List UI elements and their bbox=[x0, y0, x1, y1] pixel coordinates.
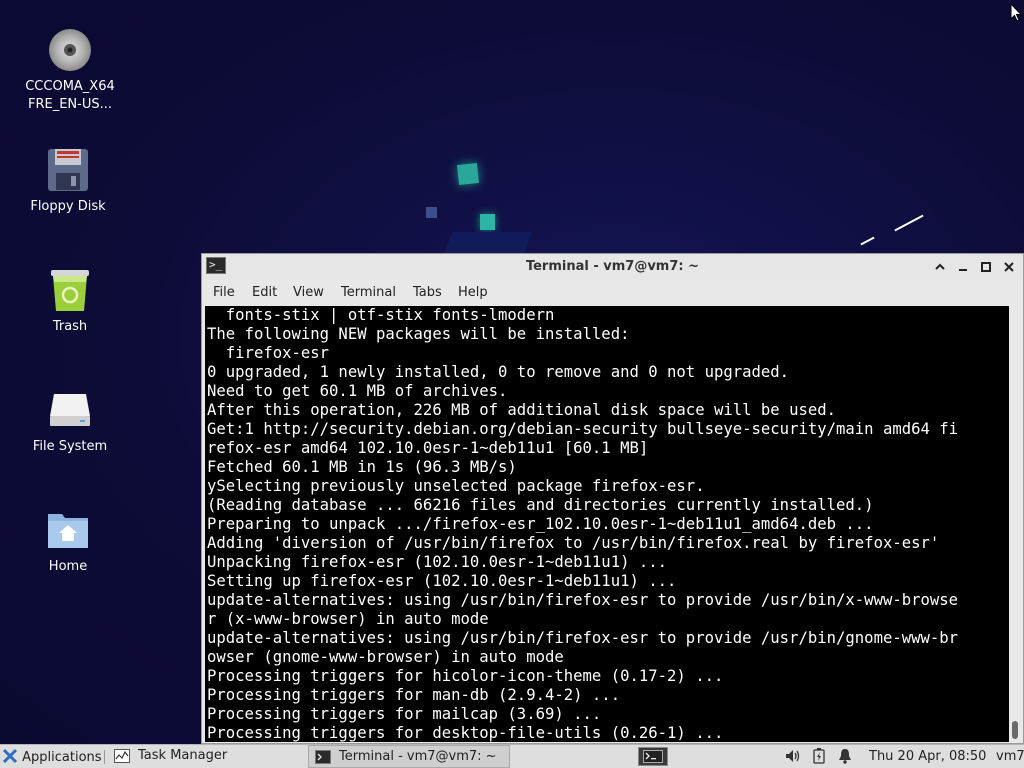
terminal-line: owser (gnome-www-browser) in auto mode bbox=[207, 648, 564, 666]
task-label: Terminal - vm7@vm7: ~ bbox=[339, 749, 497, 764]
taskbar-task-terminal[interactable]: Terminal - vm7@vm7: ~ bbox=[308, 745, 510, 768]
menu-bar: File Edit View Terminal Tabs Help bbox=[202, 280, 1023, 306]
desktop-icon-label: File System bbox=[32, 439, 108, 454]
chevron-up-icon bbox=[935, 263, 945, 270]
desktop-icon-floppy-disk[interactable]: Floppy Disk bbox=[18, 146, 118, 216]
terminal-icon bbox=[315, 750, 331, 764]
maximize-button[interactable] bbox=[977, 258, 995, 276]
terminal-output[interactable]: fonts-stix | otf-stix fonts-lmodern The f… bbox=[205, 306, 1009, 742]
terminal-line: Setting up firefox-esr (102.10.0esr-1~de… bbox=[207, 572, 677, 590]
mouse-cursor-icon bbox=[1010, 3, 1022, 22]
taskbar-task-task-manager[interactable]: Task Manager bbox=[110, 745, 306, 768]
terminal-line: Processing triggers for desktop-file-uti… bbox=[207, 724, 724, 742]
menu-help[interactable]: Help bbox=[458, 285, 488, 300]
terminal-icon bbox=[643, 750, 663, 763]
hard-drive-icon bbox=[46, 386, 94, 434]
taskbar: Applications Task Manager Terminal - vm7… bbox=[0, 744, 1024, 768]
xfce-logo-icon bbox=[2, 748, 18, 764]
terminal-line: fonts-stix | otf-stix fonts-lmodern bbox=[207, 306, 555, 324]
menu-view[interactable]: View bbox=[293, 285, 324, 300]
terminal-line: firefox-esr bbox=[207, 344, 330, 362]
window-title: Terminal - vm7@vm7: ~ bbox=[525, 259, 700, 274]
notifications-button[interactable] bbox=[838, 748, 852, 766]
terminal-line: Processing triggers for man-db (2.9.4-2)… bbox=[207, 686, 621, 704]
terminal-line: The following NEW packages will be insta… bbox=[207, 325, 630, 343]
terminal-line: Preparing to unpack .../firefox-esr_102.… bbox=[207, 515, 874, 533]
terminal-line: update-alternatives: using /usr/bin/fire… bbox=[207, 591, 959, 609]
desktop-icon-file-system[interactable]: File System bbox=[20, 386, 120, 456]
terminal-line: update-alternatives: using /usr/bin/fire… bbox=[207, 629, 959, 647]
desktop-icon-trash[interactable]: Trash bbox=[20, 266, 120, 336]
terminal-line: Processing triggers for mailcap (3.69) .… bbox=[207, 705, 602, 723]
terminal-line: Fetched 60.1 MB in 1s (96.3 MB/s) bbox=[207, 458, 517, 476]
scrollbar[interactable] bbox=[1009, 306, 1022, 742]
menu-terminal[interactable]: Terminal bbox=[341, 285, 396, 300]
wallpaper-decoration bbox=[457, 163, 479, 185]
shade-button[interactable] bbox=[931, 258, 949, 276]
terminal-line: 0 upgraded, 1 newly installed, 0 to remo… bbox=[207, 363, 790, 381]
clock[interactable]: Thu 20 Apr, 08:50 bbox=[869, 748, 986, 766]
desktop-icon-label: Home bbox=[48, 559, 88, 574]
menu-tabs[interactable]: Tabs bbox=[413, 285, 442, 300]
wallpaper-decoration bbox=[860, 236, 875, 246]
workspace-switcher[interactable] bbox=[638, 747, 668, 766]
wallpaper-decoration bbox=[894, 214, 924, 232]
home-folder-icon bbox=[44, 506, 92, 554]
optical-disc-icon bbox=[46, 26, 94, 74]
terminal-line: Get:1 http://security.debian.org/debian-… bbox=[207, 420, 959, 438]
task-manager-icon bbox=[114, 749, 130, 763]
task-label: Task Manager bbox=[138, 748, 228, 763]
bell-icon bbox=[839, 749, 851, 764]
terminal-line: (Reading database ... 66216 files and di… bbox=[207, 496, 874, 514]
close-button[interactable] bbox=[1000, 258, 1018, 276]
close-icon bbox=[1004, 262, 1014, 272]
maximize-icon bbox=[981, 262, 991, 272]
taskbar-separator bbox=[104, 750, 105, 764]
minimize-button[interactable] bbox=[954, 258, 972, 276]
minimize-icon bbox=[959, 269, 967, 271]
volume-icon bbox=[786, 750, 800, 762]
window-titlebar[interactable]: >_ Terminal - vm7@vm7: ~ bbox=[202, 254, 1023, 280]
applications-label: Applications bbox=[22, 750, 102, 765]
applications-menu-button[interactable]: Applications bbox=[2, 748, 102, 766]
floppy-disk-icon bbox=[44, 146, 92, 194]
desktop-icon-label: Trash bbox=[52, 319, 88, 334]
wallpaper-decoration bbox=[480, 214, 495, 230]
terminal-line: After this operation, 226 MB of addition… bbox=[207, 401, 837, 419]
wallpaper-decoration bbox=[443, 232, 533, 254]
battery-button[interactable] bbox=[813, 748, 825, 766]
terminal-line: Unpacking firefox-esr (102.10.0esr-1~deb… bbox=[207, 553, 668, 571]
desktop-icon-label: Floppy Disk bbox=[30, 199, 106, 214]
battery-icon bbox=[813, 748, 825, 764]
terminal-line: ySelecting previously unselected package… bbox=[207, 477, 705, 495]
volume-button[interactable] bbox=[784, 748, 802, 766]
menu-edit[interactable]: Edit bbox=[252, 285, 277, 300]
terminal-window[interactable]: >_ Terminal - vm7@vm7: ~ File Edit View … bbox=[201, 253, 1024, 744]
trash-icon bbox=[46, 266, 94, 314]
menu-file[interactable]: File bbox=[213, 285, 235, 300]
user-label[interactable]: vm7 bbox=[996, 748, 1024, 766]
terminal-line: Need to get 60.1 MB of archives. bbox=[207, 382, 508, 400]
terminal-line: r (x-www-browser) in auto mode bbox=[207, 610, 489, 628]
wallpaper-decoration bbox=[426, 207, 437, 218]
desktop-icon-cd-drive[interactable]: CCCOMA_X64 FRE_EN-US... bbox=[20, 26, 120, 114]
terminal-text: fonts-stix | otf-stix fonts-lmodern The f… bbox=[205, 306, 958, 742]
terminal-line: refox-esr amd64 102.10.0esr-1~deb11u1 [6… bbox=[207, 439, 649, 457]
scrollbar-thumb[interactable] bbox=[1012, 721, 1018, 739]
terminal-line: Processing triggers for hicolor-icon-the… bbox=[207, 667, 724, 685]
desktop-icon-label: CCCOMA_X64 FRE_EN-US... bbox=[25, 79, 115, 112]
terminal-line: Adding 'diversion of /usr/bin/firefox to… bbox=[207, 534, 940, 552]
desktop-icon-home[interactable]: Home bbox=[18, 506, 118, 576]
